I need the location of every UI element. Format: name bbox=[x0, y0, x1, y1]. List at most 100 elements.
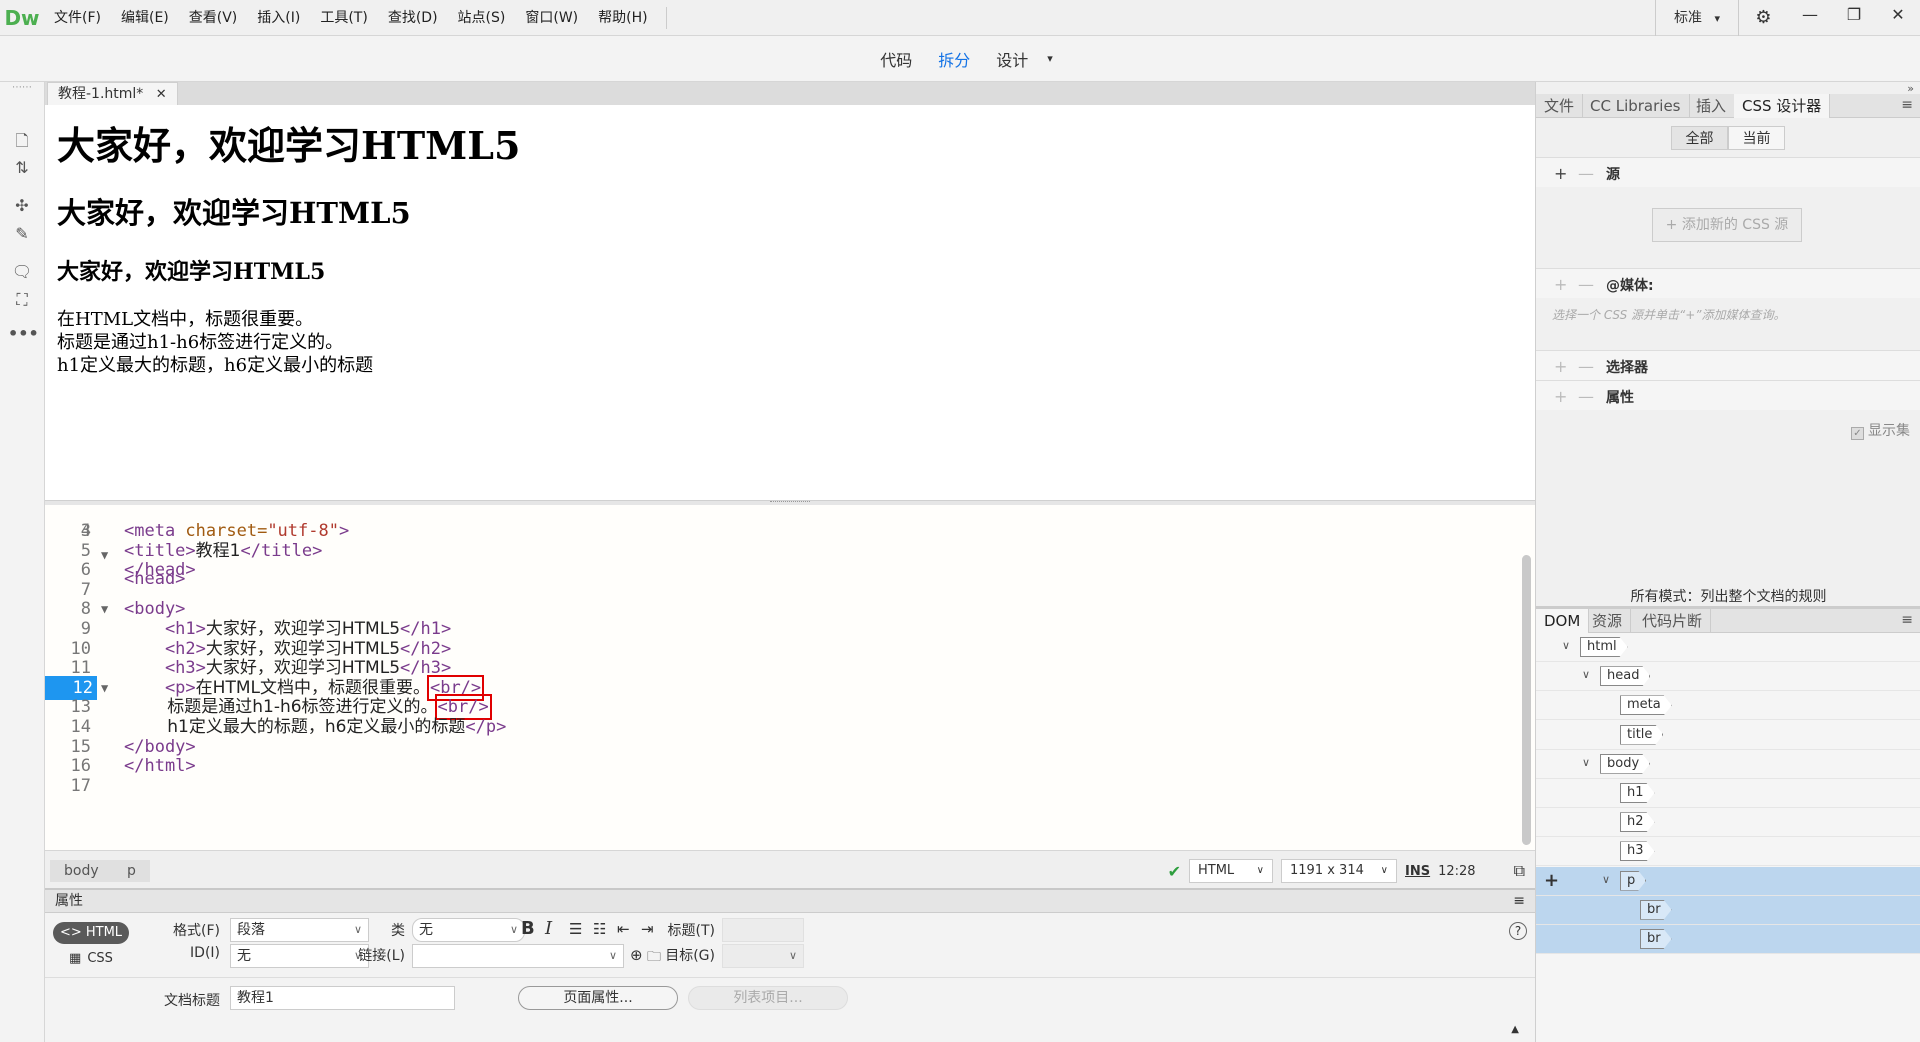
tab-insert[interactable]: 插入 bbox=[1688, 94, 1736, 118]
dom-node[interactable]: h2 bbox=[1620, 812, 1655, 832]
dom-row[interactable]: ∨ body bbox=[1536, 750, 1920, 779]
remove-selector-icon[interactable]: — bbox=[1578, 357, 1594, 376]
dom-node[interactable]: h3 bbox=[1620, 841, 1655, 861]
document-tab[interactable]: 教程-1.html* ✕ bbox=[47, 82, 178, 105]
unordered-list-icon[interactable]: ☰ bbox=[569, 920, 582, 938]
class-select[interactable]: 无 ∨ bbox=[412, 918, 525, 942]
menu-item[interactable]: 窗口(W) bbox=[515, 0, 588, 36]
dom-node[interactable]: html bbox=[1580, 637, 1628, 657]
expand-toggle-icon[interactable]: ∨ bbox=[1602, 873, 1610, 886]
indent-icon[interactable]: ⇥ bbox=[641, 920, 654, 938]
design-h2[interactable]: 大家好，欢迎学习HTML5 bbox=[57, 190, 1523, 232]
dom-node[interactable]: p bbox=[1620, 871, 1646, 891]
dom-row[interactable]: br bbox=[1536, 895, 1920, 925]
dom-row[interactable]: title bbox=[1536, 721, 1920, 750]
tab-css-designer[interactable]: CSS 设计器 bbox=[1734, 94, 1831, 118]
tab-snippets[interactable]: 代码片断 bbox=[1634, 609, 1712, 633]
gear-sync-icon[interactable]: ⚙ bbox=[1738, 0, 1788, 36]
expand-collapse-icon[interactable]: ✣ bbox=[8, 196, 36, 220]
collapse-icon[interactable]: ▲ bbox=[1511, 1024, 1519, 1035]
design-h3[interactable]: 大家好，欢迎学习HTML5 bbox=[57, 254, 1523, 286]
breadcrumb-body[interactable]: body bbox=[50, 860, 113, 882]
add-css-source-button[interactable]: + 添加新的 CSS 源 bbox=[1652, 208, 1802, 242]
show-set-checkbox[interactable]: ✓ 显示集 bbox=[1851, 420, 1910, 440]
menu-item[interactable]: 查看(V) bbox=[179, 0, 248, 36]
tab-files[interactable]: 文件 bbox=[1536, 94, 1584, 118]
menu-item[interactable]: 插入(I) bbox=[247, 0, 310, 36]
dom-row[interactable]: h2 bbox=[1536, 808, 1920, 838]
tab-dom[interactable]: DOM bbox=[1536, 609, 1590, 633]
ordered-list-icon[interactable]: ☷ bbox=[593, 920, 606, 938]
minimize-button[interactable]: — bbox=[1788, 0, 1832, 36]
toggle-current[interactable]: 当前 bbox=[1728, 126, 1785, 150]
view-split-button[interactable]: 拆分 bbox=[925, 47, 983, 71]
panel-menu-icon[interactable]: ≡ bbox=[1901, 97, 1913, 113]
format-code-icon[interactable]: ✎ bbox=[8, 224, 36, 248]
dom-node[interactable]: title bbox=[1620, 725, 1663, 745]
breadcrumb-p[interactable]: p bbox=[113, 860, 150, 882]
remove-media-icon[interactable]: — bbox=[1578, 275, 1594, 294]
dom-row[interactable]: h1 bbox=[1536, 779, 1920, 808]
add-media-icon[interactable]: + bbox=[1554, 275, 1567, 294]
title-input[interactable] bbox=[722, 918, 804, 942]
design-h1[interactable]: 大家好，欢迎学习HTML5 bbox=[57, 115, 1523, 170]
view-dropdown-icon[interactable]: ▾ bbox=[1047, 52, 1053, 65]
dom-row[interactable]: h3 bbox=[1536, 837, 1920, 867]
html-mode-button[interactable]: <> HTML bbox=[53, 922, 129, 944]
expand-toggle-icon[interactable]: ∨ bbox=[1582, 756, 1590, 769]
language-select[interactable]: HTML ∨ bbox=[1189, 859, 1273, 883]
expand-toggle-icon[interactable]: ∨ bbox=[1582, 668, 1590, 681]
add-property-icon[interactable]: + bbox=[1554, 387, 1567, 406]
preview-icon[interactable]: ⧉ bbox=[1514, 861, 1525, 881]
toggle-all[interactable]: 全部 bbox=[1671, 126, 1728, 150]
menu-item[interactable]: 查找(D) bbox=[378, 0, 448, 36]
file-management-icon[interactable]: ⇅ bbox=[8, 158, 36, 182]
doc-title-input[interactable]: 教程1 bbox=[230, 986, 455, 1010]
dom-node[interactable]: br bbox=[1640, 929, 1672, 949]
bold-button[interactable]: B bbox=[521, 918, 535, 939]
menu-item[interactable]: 工具(T) bbox=[310, 0, 377, 36]
remove-property-icon[interactable]: — bbox=[1578, 387, 1594, 406]
dom-row[interactable]: br bbox=[1536, 925, 1920, 954]
target-select[interactable]: ∨ bbox=[722, 944, 804, 968]
view-code-button[interactable]: 代码 bbox=[867, 47, 925, 71]
outdent-icon[interactable]: ⇤ bbox=[617, 920, 630, 938]
panel-menu-icon[interactable]: ≡ bbox=[1901, 612, 1913, 628]
italic-button[interactable]: I bbox=[545, 918, 552, 939]
link-input[interactable]: ∨ bbox=[412, 944, 624, 968]
open-document-icon[interactable]: 🗋 bbox=[8, 130, 36, 154]
menu-item[interactable]: 编辑(E) bbox=[111, 0, 179, 36]
design-view[interactable]: 大家好，欢迎学习HTML5 大家好，欢迎学习HTML5 大家好，欢迎学习HTML… bbox=[45, 105, 1535, 500]
css-mode-button[interactable]: ▦ CSS bbox=[53, 948, 129, 970]
remove-source-icon[interactable]: — bbox=[1578, 164, 1594, 183]
dom-node[interactable]: br bbox=[1640, 900, 1672, 920]
dom-node[interactable]: h1 bbox=[1620, 783, 1655, 803]
more-tools-icon[interactable]: ••• bbox=[8, 324, 39, 348]
dom-row[interactable]: ∨ html bbox=[1536, 633, 1920, 662]
menu-item[interactable]: 站点(S) bbox=[448, 0, 516, 36]
dom-row[interactable]: ∨ p + bbox=[1536, 866, 1920, 896]
page-properties-button[interactable]: 页面属性... bbox=[518, 986, 678, 1010]
dom-node[interactable]: head bbox=[1600, 666, 1650, 686]
dom-row[interactable]: ∨ head bbox=[1536, 662, 1920, 692]
code-view[interactable]: 3 ▼ <head> 4 <meta charset="utf-8"> 5 <titl… bbox=[45, 505, 1535, 850]
dom-node[interactable]: body bbox=[1600, 754, 1650, 774]
comment-icon[interactable]: 🗨 bbox=[8, 262, 36, 286]
design-paragraph[interactable]: 在HTML文档中，标题很重要。 标题是通过h1-h6标签进行定义的。 h1定义最… bbox=[57, 308, 1523, 377]
help-icon[interactable]: ? bbox=[1509, 922, 1527, 940]
point-to-file-icon[interactable]: ⊕ bbox=[630, 946, 643, 964]
expand-toggle-icon[interactable]: ∨ bbox=[1562, 639, 1570, 652]
list-item-button[interactable]: 列表项目... bbox=[688, 986, 848, 1010]
menu-item[interactable]: 帮助(H) bbox=[588, 0, 657, 36]
menu-item[interactable]: 文件(F) bbox=[44, 0, 111, 36]
tab-assets[interactable]: 资源 bbox=[1584, 609, 1632, 633]
remove-comment-icon[interactable]: ⛶ bbox=[8, 290, 36, 314]
add-element-icon[interactable]: + bbox=[1544, 870, 1559, 891]
panel-menu-icon[interactable]: ≡ bbox=[1513, 890, 1525, 913]
close-icon[interactable]: ✕ bbox=[156, 87, 167, 102]
add-source-icon[interactable]: + bbox=[1554, 164, 1567, 183]
close-window-button[interactable]: ✕ bbox=[1876, 0, 1920, 36]
dom-node[interactable]: meta bbox=[1620, 695, 1672, 715]
tab-cc-libraries[interactable]: CC Libraries bbox=[1582, 94, 1690, 118]
dom-row[interactable]: meta bbox=[1536, 691, 1920, 721]
